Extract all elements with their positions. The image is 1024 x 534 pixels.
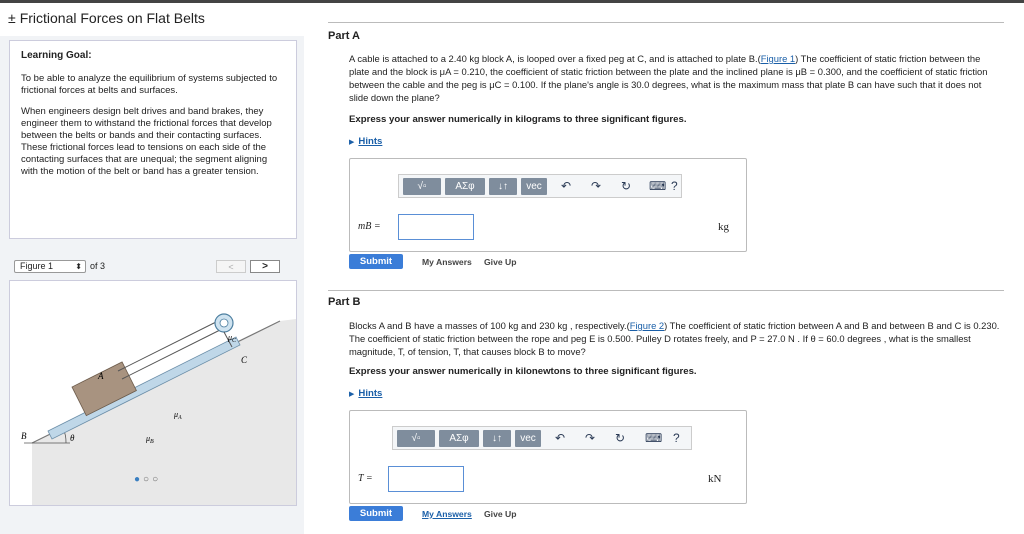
peg-c-center	[219, 318, 229, 328]
part-a-submit-button[interactable]: Submit	[349, 254, 403, 269]
part-a-math-toolbar: √▫ ΑΣφ ↓↑ vec ↶ ↷ ↻ ⌨ ?	[398, 174, 682, 198]
part-a-instructions: Express your answer numerically in kilog…	[349, 114, 687, 125]
greek-symbols-button[interactable]: ΑΣφ	[445, 178, 485, 195]
part-a-my-answers-link[interactable]: My Answers	[422, 257, 472, 267]
part-b-title: Part B	[328, 296, 361, 308]
part-a-answer-box: √▫ ΑΣφ ↓↑ vec ↶ ↷ ↻ ⌨ ? mB = kg	[349, 158, 747, 252]
pager-dots[interactable]: ○○	[143, 474, 161, 485]
part-b-math-toolbar: √▫ ΑΣφ ↓↑ vec ↶ ↷ ↻ ⌨ ?	[392, 426, 692, 450]
part-b-text-1: Blocks A and B have a masses of 100 kg a…	[349, 320, 630, 331]
part-b-hints[interactable]: ▶ Hints	[349, 388, 382, 399]
part-b-question: Blocks A and B have a masses of 100 kg a…	[349, 319, 1001, 358]
figure-count: of 3	[90, 261, 106, 271]
figure-select[interactable]: Figure 1 ⬍	[14, 260, 86, 273]
label-theta: θ	[70, 433, 75, 443]
undo-icon[interactable]: ↶	[555, 430, 565, 447]
triangle-right-icon: ▶	[349, 139, 355, 146]
part-b-answer-box: √▫ ΑΣφ ↓↑ vec ↶ ↷ ↻ ⌨ ? T = kN	[349, 410, 747, 504]
keyboard-icon[interactable]: ⌨	[645, 430, 662, 447]
learning-goal-p1: To be able to analyze the equilibrium of…	[21, 73, 278, 96]
pager-dot-active[interactable]: ●	[134, 474, 143, 485]
left-panel: Learning Goal: To be able to analyze the…	[0, 36, 304, 534]
sqrt-template-button[interactable]: √▫	[403, 178, 441, 195]
part-b-variable-label: T =	[358, 473, 373, 484]
part-a-figure-link[interactable]: Figure 1	[761, 53, 795, 64]
part-a-title: Part A	[328, 30, 360, 42]
figure-frame: A B C θ μA μB μC	[9, 280, 297, 506]
part-b-give-up-link[interactable]: Give Up	[484, 509, 516, 519]
learning-goal-heading: Learning Goal:	[21, 50, 92, 61]
page-title-text: Frictional Forces on Flat Belts	[19, 10, 205, 26]
redo-icon[interactable]: ↷	[585, 430, 595, 447]
incline-ground	[32, 319, 296, 505]
part-a-variable-label: mB =	[358, 221, 381, 232]
part-b-my-answers-link[interactable]: My Answers	[422, 509, 472, 519]
figure-1-diagram: A B C θ μA μB μC	[21, 313, 296, 505]
label-b: B	[21, 431, 27, 441]
triangle-right-icon: ▶	[349, 391, 355, 398]
part-a-answer-input[interactable]	[398, 214, 474, 240]
chevron-updown-icon: ⬍	[75, 262, 82, 271]
subscript-superscript-button[interactable]: ↓↑	[483, 430, 511, 447]
part-a-text-1: A cable is attached to a 2.40 kg block A…	[349, 53, 761, 64]
vector-button[interactable]: vec	[515, 430, 541, 447]
figure-select-value: Figure 1	[20, 261, 54, 271]
part-b-instructions: Express your answer numerically in kilon…	[349, 366, 697, 377]
part-b-divider	[328, 290, 1004, 291]
learning-goal-p2: When engineers design belt drives and ba…	[21, 106, 272, 177]
part-a-hints-label: Hints	[358, 136, 383, 147]
part-b-unit: kN	[708, 473, 722, 485]
label-c: C	[241, 355, 248, 365]
reset-icon[interactable]: ↻	[615, 430, 625, 447]
figure-toolbar: Figure 1 ⬍ of 3 < >	[14, 258, 282, 276]
help-icon[interactable]: ?	[671, 178, 678, 195]
page-title: ± Frictional Forces on Flat Belts	[8, 10, 205, 26]
keyboard-icon[interactable]: ⌨	[649, 178, 666, 195]
part-b-figure-link[interactable]: Figure 2	[630, 320, 664, 331]
part-a-give-up-link[interactable]: Give Up	[484, 257, 516, 267]
plus-minus-icon[interactable]: ±	[8, 10, 16, 26]
questions-panel: Part A A cable is attached to a 2.40 kg …	[328, 0, 1004, 534]
figure-next-button[interactable]: >	[250, 260, 280, 273]
part-b-submit-button[interactable]: Submit	[349, 506, 403, 521]
sqrt-template-button[interactable]: √▫	[397, 430, 435, 447]
figure-prev-button[interactable]: <	[216, 260, 246, 273]
part-a-divider	[328, 22, 1004, 23]
reset-icon[interactable]: ↻	[621, 178, 631, 195]
subscript-superscript-button[interactable]: ↓↑	[489, 178, 517, 195]
part-b-answer-input[interactable]	[388, 466, 464, 492]
redo-icon[interactable]: ↷	[591, 178, 601, 195]
vector-button[interactable]: vec	[521, 178, 547, 195]
learning-goal-box: Learning Goal: To be able to analyze the…	[9, 40, 297, 239]
part-b-hints-label: Hints	[358, 388, 383, 399]
part-a-question: A cable is attached to a 2.40 kg block A…	[349, 52, 1001, 104]
help-icon[interactable]: ?	[673, 430, 680, 447]
undo-icon[interactable]: ↶	[561, 178, 571, 195]
greek-symbols-button[interactable]: ΑΣφ	[439, 430, 479, 447]
label-a: A	[97, 371, 104, 381]
figure-pager: ●○○	[134, 474, 161, 485]
part-a-unit: kg	[718, 221, 729, 233]
part-a-hints[interactable]: ▶ Hints	[349, 136, 382, 147]
